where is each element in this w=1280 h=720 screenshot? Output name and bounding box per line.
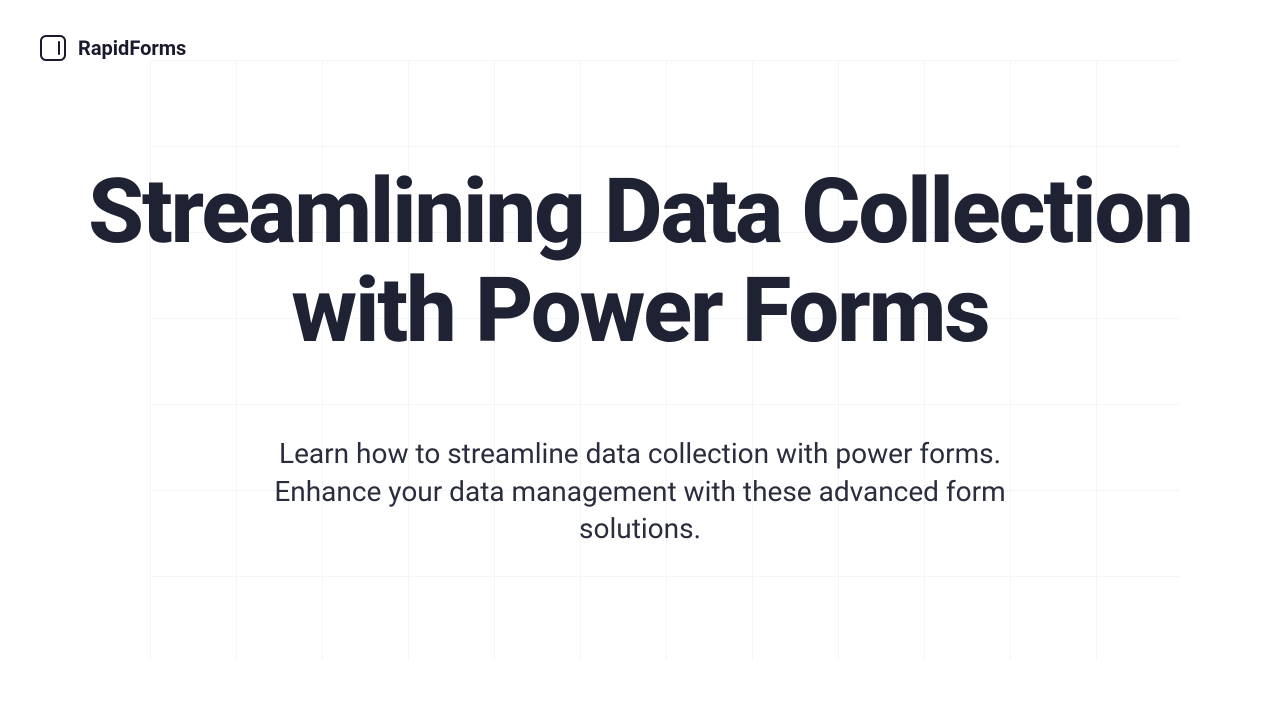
brand-logo: RapidForms: [40, 35, 186, 61]
brand-name: RapidForms: [78, 36, 186, 60]
page-title: Streamlining Data Collection with Power …: [80, 162, 1200, 360]
hero-content: Streamlining Data Collection with Power …: [0, 0, 1280, 720]
page-subtitle: Learn how to streamline data collection …: [250, 435, 1030, 548]
brand-icon: [40, 35, 66, 61]
